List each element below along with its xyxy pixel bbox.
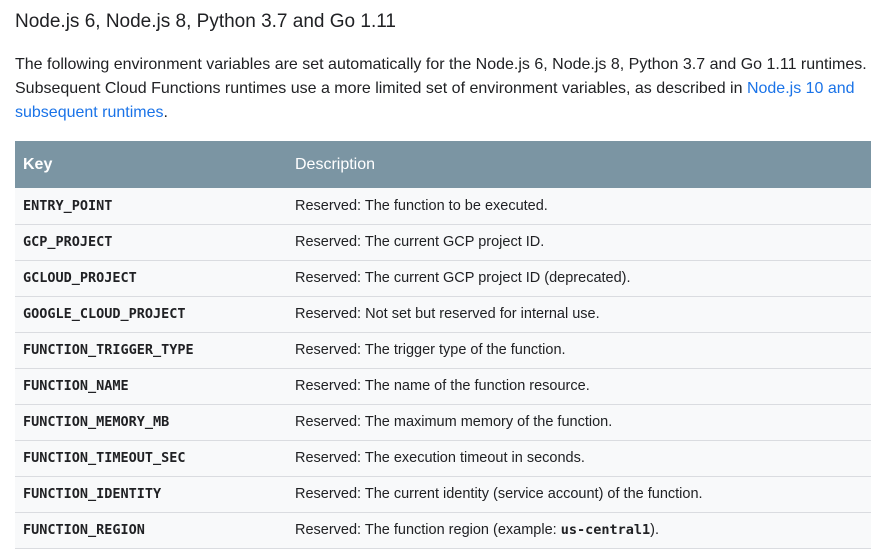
table-row: FUNCTION_REGION Reserved: The function r… xyxy=(15,512,871,549)
intro-text: The following environment variables are … xyxy=(15,56,867,97)
env-description: Reserved: The name of the function resou… xyxy=(287,368,871,405)
table-row: GCLOUD_PROJECT Reserved: The current GCP… xyxy=(15,260,871,297)
env-description: Reserved: The function region (example: … xyxy=(287,512,871,549)
table-row: ENTRY_POINT Reserved: The function to be… xyxy=(15,188,871,225)
env-description-text-end: ). xyxy=(650,522,659,538)
env-key: FUNCTION_IDENTITY xyxy=(15,476,287,513)
env-description: Reserved: The execution timeout in secon… xyxy=(287,440,871,477)
intro-text-end: . xyxy=(163,104,168,121)
table-row: GCP_PROJECT Reserved: The current GCP pr… xyxy=(15,224,871,261)
table-row: FUNCTION_MEMORY_MB Reserved: The maximum… xyxy=(15,404,871,441)
env-key: GCLOUD_PROJECT xyxy=(15,260,287,297)
env-description: Reserved: The function to be executed. xyxy=(287,188,871,225)
doc-page: Node.js 6, Node.js 8, Python 3.7 and Go … xyxy=(0,0,879,554)
intro-paragraph: The following environment variables are … xyxy=(15,53,871,125)
table-row: FUNCTION_TRIGGER_TYPE Reserved: The trig… xyxy=(15,332,871,369)
env-key: GOOGLE_CLOUD_PROJECT xyxy=(15,296,287,333)
env-key: FUNCTION_MEMORY_MB xyxy=(15,404,287,441)
env-description: Reserved: Not set but reserved for inter… xyxy=(287,296,871,333)
table-row: FUNCTION_IDENTITY Reserved: The current … xyxy=(15,476,871,513)
env-description: Reserved: The current identity (service … xyxy=(287,476,871,513)
section-title: Node.js 6, Node.js 8, Python 3.7 and Go … xyxy=(15,11,396,32)
env-description: Reserved: The trigger type of the functi… xyxy=(287,332,871,369)
inline-code: us-central1 xyxy=(560,522,651,538)
table-row: FUNCTION_TIMEOUT_SEC Reserved: The execu… xyxy=(15,440,871,477)
env-description-text: Reserved: The function region (example: xyxy=(295,522,561,538)
table-row: GOOGLE_CLOUD_PROJECT Reserved: Not set b… xyxy=(15,296,871,333)
header-description: Description xyxy=(287,141,871,188)
env-key: ENTRY_POINT xyxy=(15,188,287,225)
env-key: FUNCTION_REGION xyxy=(15,512,287,549)
env-description: Reserved: The maximum memory of the func… xyxy=(287,404,871,441)
env-key: FUNCTION_TIMEOUT_SEC xyxy=(15,440,287,477)
env-description: Reserved: The current GCP project ID (de… xyxy=(287,260,871,297)
env-key: FUNCTION_TRIGGER_TYPE xyxy=(15,332,287,369)
table-header-row: Key Description xyxy=(15,141,871,188)
header-key: Key xyxy=(15,141,287,188)
env-key: FUNCTION_NAME xyxy=(15,368,287,405)
env-key: GCP_PROJECT xyxy=(15,224,287,261)
env-description: Reserved: The current GCP project ID. xyxy=(287,224,871,261)
table-row: FUNCTION_NAME Reserved: The name of the … xyxy=(15,368,871,405)
env-vars-table: Key Description ENTRY_POINT Reserved: Th… xyxy=(15,141,871,549)
